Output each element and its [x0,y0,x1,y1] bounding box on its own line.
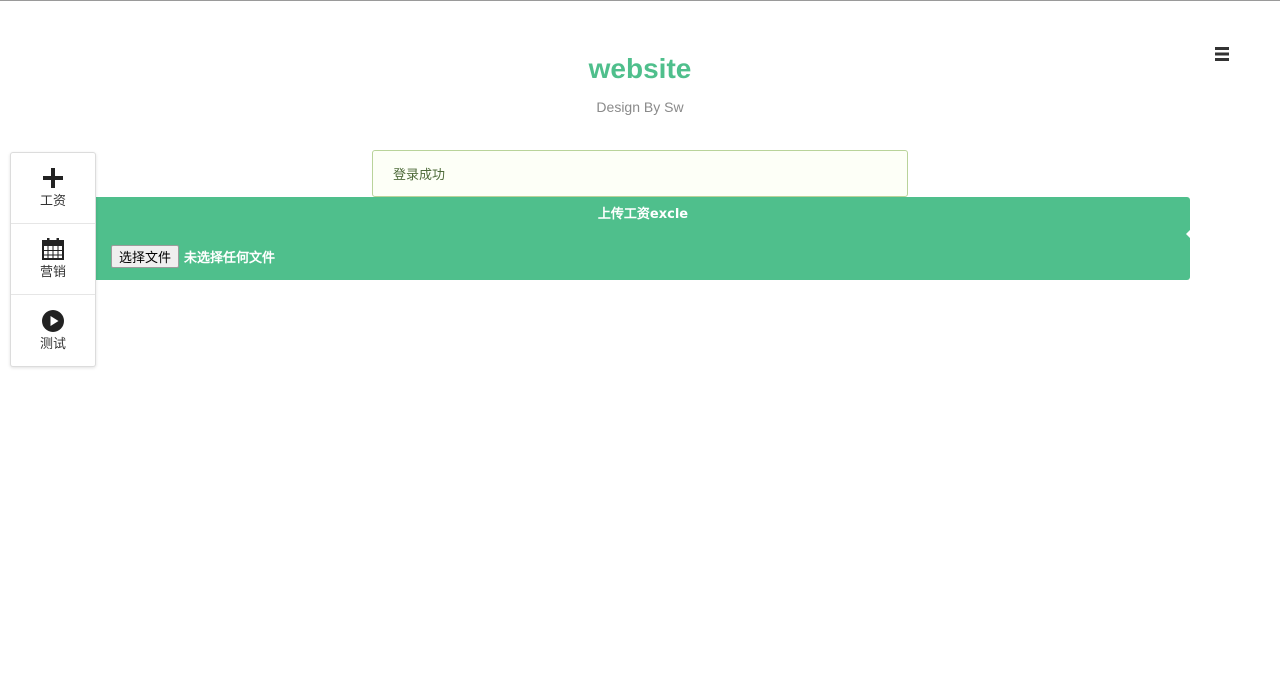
site-title: website [588,53,692,84]
sidebar-item-label: 测试 [39,336,66,352]
upload-panel: 上传工资excle 选择文件 未选择任何文件 [96,197,1190,280]
file-input[interactable]: 选择文件 未选择任何文件 [111,245,275,268]
play-circle-icon [41,309,65,333]
side-nav: 工资 营销 测试 [10,152,96,367]
panel-notch [1186,230,1190,238]
choose-file-button[interactable]: 选择文件 [111,245,180,268]
upload-title: 上传工资excle [597,207,689,222]
login-success-alert: 登录成功 [372,150,908,197]
sidebar-item-salary[interactable]: 工资 [11,153,95,224]
sidebar-item-test[interactable]: 测试 [11,295,95,366]
sidebar-item-label: 营销 [39,265,66,280]
sidebar-item-marketing[interactable]: 营销 [11,224,95,295]
alert-message: 登录成功 [393,168,446,183]
sidebar-item-label: 工资 [39,194,66,209]
hamburger-menu-icon[interactable] [1212,45,1232,63]
site-subtitle: Design By Sw [596,99,684,115]
file-status-text: 未选择任何文件 [184,251,276,266]
plus-icon [41,166,65,190]
calendar-icon [41,237,65,261]
